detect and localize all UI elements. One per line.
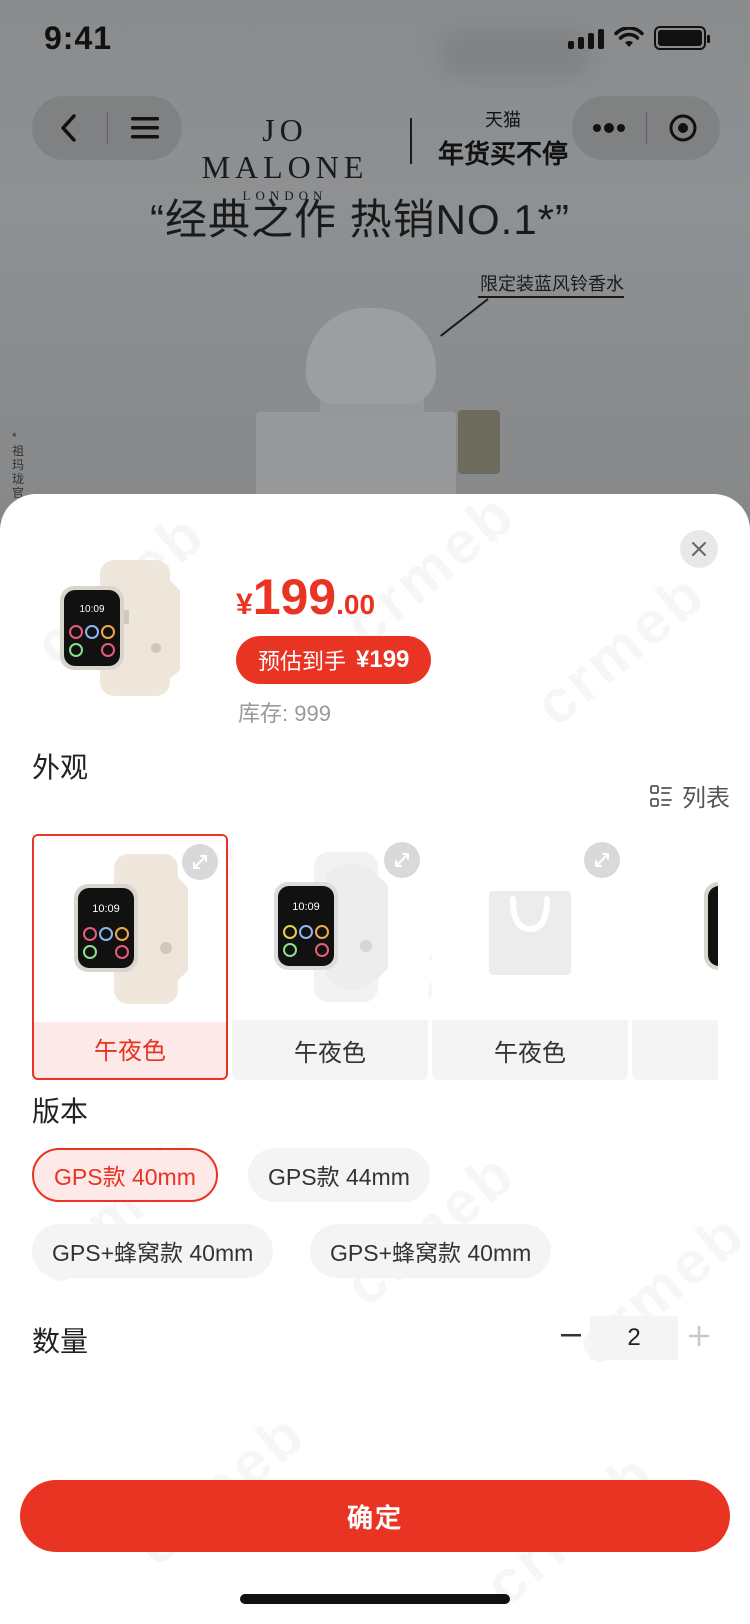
- minus-icon: [561, 1334, 581, 1337]
- watch-icon: 10:09: [704, 882, 718, 970]
- brand-divider: [410, 118, 412, 164]
- watch-icon: 10:09: [74, 854, 188, 1004]
- status-icons: [568, 26, 710, 50]
- home-indicator: [240, 1594, 510, 1604]
- more-button[interactable]: [572, 96, 646, 160]
- promo-tag-top: 天猫: [485, 110, 521, 130]
- estimated-price-badge: 预估到手 ¥199: [236, 636, 432, 684]
- watch-icon: 10:09: [60, 560, 180, 696]
- quantity-title: 数量: [32, 1326, 89, 1357]
- quantity-increase-button[interactable]: [684, 1314, 714, 1358]
- signal-icon: [568, 27, 604, 49]
- list-view-toggle[interactable]: 列表: [650, 778, 730, 813]
- option-label: 午夜色: [494, 1039, 566, 1067]
- stock-count: 库存: 999: [238, 701, 331, 726]
- watch-icon: 10:09: [274, 852, 388, 1002]
- option-label: 午夜色: [294, 1039, 366, 1067]
- banner-headline: “经典之作 热销NO.1*”: [150, 196, 571, 243]
- product-thumbnail[interactable]: 10:09: [52, 560, 182, 696]
- more-dots-icon: [592, 123, 625, 133]
- close-button[interactable]: [680, 530, 718, 568]
- appearance-title: 外观: [32, 752, 89, 783]
- version-option[interactable]: GPS+蜂窝款 40mm: [310, 1224, 552, 1278]
- svg-text:10:09: 10:09: [79, 604, 104, 615]
- appearance-option[interactable]: 10:09 午夜色: [232, 834, 428, 1080]
- brand-name: JO MALONE: [201, 112, 369, 185]
- expand-icon: [595, 853, 609, 867]
- plus-icon: [689, 1326, 709, 1346]
- close-icon: [692, 542, 706, 556]
- price: ¥ 199 .00: [236, 568, 375, 626]
- expand-button[interactable]: [584, 842, 620, 878]
- background-page: 9:41 JO MALONE LONDON 天猫 年货买不停 “经典之作 热销N…: [0, 0, 750, 520]
- hamburger-icon: [130, 117, 159, 139]
- appearance-options: 10:09 午夜色 10:09 午夜色 午夜色: [32, 834, 718, 1080]
- version-option[interactable]: GPS款 44mm: [248, 1148, 430, 1202]
- estimate-label: 预估到手: [258, 649, 347, 674]
- bottle-cap: [306, 308, 436, 404]
- appearance-option-partial[interactable]: 10:09: [632, 834, 718, 1080]
- status-bar: 9:41: [0, 0, 750, 88]
- appearance-option[interactable]: 午夜色: [432, 834, 628, 1080]
- wifi-icon: [614, 27, 644, 47]
- promo-tag: 天猫 年货买不停: [438, 106, 568, 171]
- capsule-nav-right: [572, 96, 720, 160]
- callout-line: [478, 296, 624, 298]
- option-image: 10:09: [632, 834, 718, 1020]
- chevron-left-icon: [61, 114, 76, 142]
- expand-icon: [193, 855, 207, 869]
- menu-button[interactable]: [108, 96, 183, 160]
- capsule-nav-left: [32, 96, 182, 160]
- version-title: 版本: [32, 1096, 89, 1127]
- callout-pointer: [440, 298, 489, 337]
- svg-text:10:09: 10:09: [92, 903, 120, 915]
- back-button[interactable]: [32, 96, 107, 160]
- option-label: 午夜色: [94, 1037, 166, 1065]
- bottle-charm: [458, 410, 500, 474]
- version-option[interactable]: GPS+蜂窝款 40mm: [32, 1224, 274, 1278]
- close-miniapp-button[interactable]: [647, 96, 721, 160]
- appearance-option[interactable]: 10:09 午夜色: [32, 834, 228, 1080]
- list-icon: [650, 784, 672, 807]
- expand-button[interactable]: [384, 842, 420, 878]
- expand-icon: [395, 853, 409, 867]
- estimate-amount: ¥199: [356, 646, 410, 673]
- quantity-input[interactable]: 2: [590, 1316, 678, 1360]
- target-icon: [669, 114, 697, 142]
- sku-bottom-sheet: crmeb crmeb crmeb crmeb crmeb crmeb crme…: [0, 494, 750, 1624]
- price-decimal: .00: [336, 589, 376, 620]
- confirm-button[interactable]: 确定: [20, 1480, 730, 1552]
- status-time: 9:41: [44, 20, 113, 56]
- promo-tag-main: 年货买不停: [438, 139, 569, 169]
- banner-callout: 限定装蓝风铃香水: [480, 274, 624, 294]
- bag-placeholder-icon: [489, 891, 571, 975]
- quantity-decrease-button[interactable]: [556, 1314, 586, 1358]
- price-symbol: ¥: [236, 588, 253, 621]
- battery-icon: [654, 26, 710, 50]
- svg-text:10:09: 10:09: [292, 901, 320, 913]
- watermark: crmeb: [521, 558, 719, 739]
- list-toggle-label: 列表: [682, 785, 730, 812]
- version-option[interactable]: GPS款 40mm: [32, 1148, 218, 1202]
- expand-button[interactable]: [182, 844, 218, 880]
- price-integer: 199: [252, 569, 337, 625]
